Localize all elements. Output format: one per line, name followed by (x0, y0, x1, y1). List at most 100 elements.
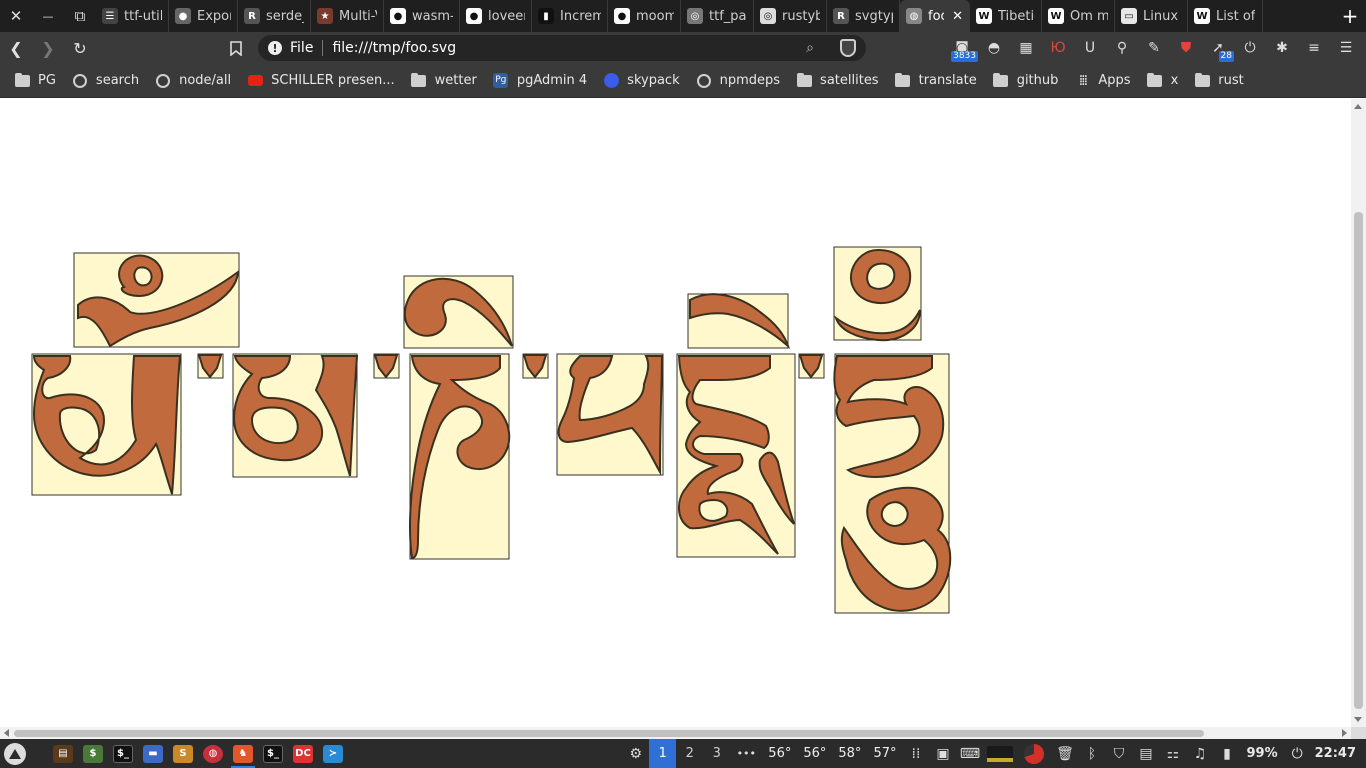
ublock-extension-icon[interactable]: ⛊ (1170, 32, 1202, 64)
clipboard-icon[interactable]: ▤ (1132, 739, 1159, 768)
window-list-icon[interactable]: ▣ (929, 739, 956, 768)
bookmark-x[interactable]: x (1147, 72, 1178, 88)
bookmark-pg[interactable]: PG (14, 72, 56, 88)
taskbar-app-terminal[interactable]: $_ (108, 739, 138, 768)
settings-gear-icon[interactable]: ⚙ (622, 739, 649, 768)
site-info-icon[interactable]: ! (268, 41, 282, 55)
bookmark-skypack[interactable]: skypack (603, 73, 680, 88)
address-bar[interactable]: ! File file:///tmp/foo.svg ⌕ (258, 35, 866, 61)
taskbar-app-sublime[interactable]: S (168, 739, 198, 768)
tab-multi-v[interactable]: ★ Multi-V (311, 0, 384, 32)
taskbar-app-vscode[interactable]: ≻ (318, 739, 348, 768)
taskbar-app-files[interactable]: ▬ (138, 739, 168, 768)
taskbar-app-brave[interactable]: ♞ (228, 739, 258, 768)
forward-button[interactable]: ❯ (32, 32, 64, 64)
zoom-icon[interactable]: ⌕ (806, 40, 814, 56)
brave-shields-icon[interactable] (840, 39, 856, 57)
vertical-scroll-thumb[interactable] (1354, 212, 1363, 709)
restore-window-button[interactable]: ⧉ (64, 0, 96, 32)
apps-grid-icon[interactable]: ⁞⁞ (902, 739, 929, 768)
taskbar-app-terminal-bag[interactable]: ▤ (48, 739, 78, 768)
tab-linux-c[interactable]: ▭ Linux C (1115, 0, 1188, 32)
horizontal-scrollbar[interactable] (0, 727, 1351, 739)
bluetooth-icon[interactable]: ᛒ (1078, 739, 1105, 768)
extension-glyph: ◓ (987, 40, 1001, 56)
pointer-extension-icon[interactable]: ➚ 28 (1202, 32, 1234, 64)
taskbar-app-web[interactable]: ◍ (198, 739, 228, 768)
shield-icon[interactable]: ⛉ (1105, 739, 1132, 768)
taskbar-app-terminal-2[interactable]: $_ (258, 739, 288, 768)
horizontal-scroll-thumb[interactable] (14, 730, 1204, 737)
bookmark-node-all[interactable]: node/all (155, 73, 231, 88)
url-text[interactable]: file:///tmp/foo.svg (332, 40, 456, 56)
tab-export[interactable]: ● Export (169, 0, 238, 32)
bookmark-satellites[interactable]: satellites (796, 72, 879, 88)
menu-icon[interactable]: ☰ (1330, 32, 1362, 64)
magnifier-extension-icon[interactable]: ⚲ (1106, 32, 1138, 64)
scroll-left-arrow-icon[interactable] (4, 729, 9, 737)
bookmark-page-button[interactable] (220, 32, 252, 64)
bookmark-npmdeps[interactable]: npmdeps (696, 73, 780, 88)
bookmark-apps[interactable]: ⁞⁞⁞ Apps (1074, 73, 1131, 89)
rss-extension-icon[interactable]: ◙ 3833 (946, 32, 978, 64)
bookmark-wetter[interactable]: wetter (411, 72, 477, 88)
bookmark-rust[interactable]: rust (1194, 72, 1244, 88)
tab-tibetic[interactable]: W Tibetic (970, 0, 1042, 32)
bookmark-schiller-presen[interactable]: SCHILLER presen... (247, 73, 395, 88)
bookmark-github[interactable]: github (993, 72, 1059, 88)
bookmark-label: wetter (434, 73, 477, 88)
glasses-extension-icon[interactable]: ◓ (978, 32, 1010, 64)
bookmark-label: github (1016, 73, 1059, 88)
tab-foo[interactable]: ◍ foo ✕ (900, 0, 970, 32)
pen-extension-icon[interactable]: ✎ (1138, 32, 1170, 64)
tab-ttf-par[interactable]: ◎ ttf_par (681, 0, 754, 32)
sublime-icon: S (173, 744, 193, 763)
reading-list-icon[interactable]: ≡ (1298, 32, 1330, 64)
tab-ttf-utils[interactable]: ☰ ttf-utils (96, 0, 169, 32)
network-icon[interactable]: ⚏ (1159, 739, 1186, 768)
bookmark-translate[interactable]: translate (895, 72, 977, 88)
new-tab-button[interactable]: + (1334, 0, 1366, 32)
u-extension-icon[interactable]: U (1074, 32, 1106, 64)
workspace-3[interactable]: 3 (703, 739, 730, 768)
launcher-button[interactable] (0, 739, 30, 768)
tab-mooma[interactable]: ● mooma (608, 0, 681, 32)
tab-svgtyp[interactable]: Rsvgtyp (827, 0, 900, 32)
tab-serde[interactable]: Rserde_ (238, 0, 311, 32)
minimize-window-button[interactable]: — (32, 0, 64, 32)
trash-icon[interactable]: 🗑 (1051, 739, 1078, 768)
workspace-1[interactable]: 1 (649, 739, 677, 768)
box-extension-icon[interactable]: ▦ (1010, 32, 1042, 64)
cpu-graph-icon[interactable] (983, 739, 1017, 768)
keyboard-icon[interactable]: ⌨ (956, 739, 983, 768)
close-tab-icon[interactable]: ✕ (952, 9, 963, 24)
tab-om-ma[interactable]: W Om ma (1042, 0, 1115, 32)
globe-icon (696, 73, 712, 88)
taskbar-app-dc[interactable]: DC (288, 739, 318, 768)
reload-button[interactable]: ↻ (64, 32, 96, 64)
battery-icon[interactable]: ▮ (1213, 739, 1240, 768)
puzzle-extension-icon[interactable]: ✱ (1266, 32, 1298, 64)
more-menu-icon[interactable]: ••• (730, 739, 762, 768)
clock[interactable]: 22:47 (1311, 746, 1366, 761)
tab-loveenc[interactable]: ● loveenc (460, 0, 532, 32)
tab-increm[interactable]: ▮ Increm (532, 0, 608, 32)
vertical-scrollbar[interactable] (1351, 99, 1366, 727)
disk-pie-icon[interactable] (1017, 739, 1051, 768)
power-extension-icon[interactable]: ⏻ (1234, 32, 1266, 64)
tab-rustybu[interactable]: ◎ rustybu (754, 0, 827, 32)
scroll-up-arrow-icon[interactable] (1354, 104, 1362, 109)
power-icon[interactable]: ⏻ (1284, 739, 1311, 768)
bookmark-pgadmin-4[interactable]: Pg pgAdmin 4 (493, 73, 587, 88)
music-icon[interactable]: ♫ (1186, 739, 1213, 768)
back-button[interactable]: ❮ (0, 32, 32, 64)
tab-wasm[interactable]: ● wasm- (384, 0, 460, 32)
bookmark-search[interactable]: search (72, 73, 139, 88)
scroll-right-arrow-icon[interactable] (1342, 729, 1347, 737)
workspace-2[interactable]: 2 (676, 739, 703, 768)
close-window-button[interactable]: ✕ (0, 0, 32, 32)
tab-list-of[interactable]: W List of (1188, 0, 1263, 32)
taskbar-app-money[interactable]: $ (78, 739, 108, 768)
scroll-down-arrow-icon[interactable] (1354, 717, 1362, 722)
cyrillic-extension-icon[interactable]: Ю (1042, 32, 1074, 64)
